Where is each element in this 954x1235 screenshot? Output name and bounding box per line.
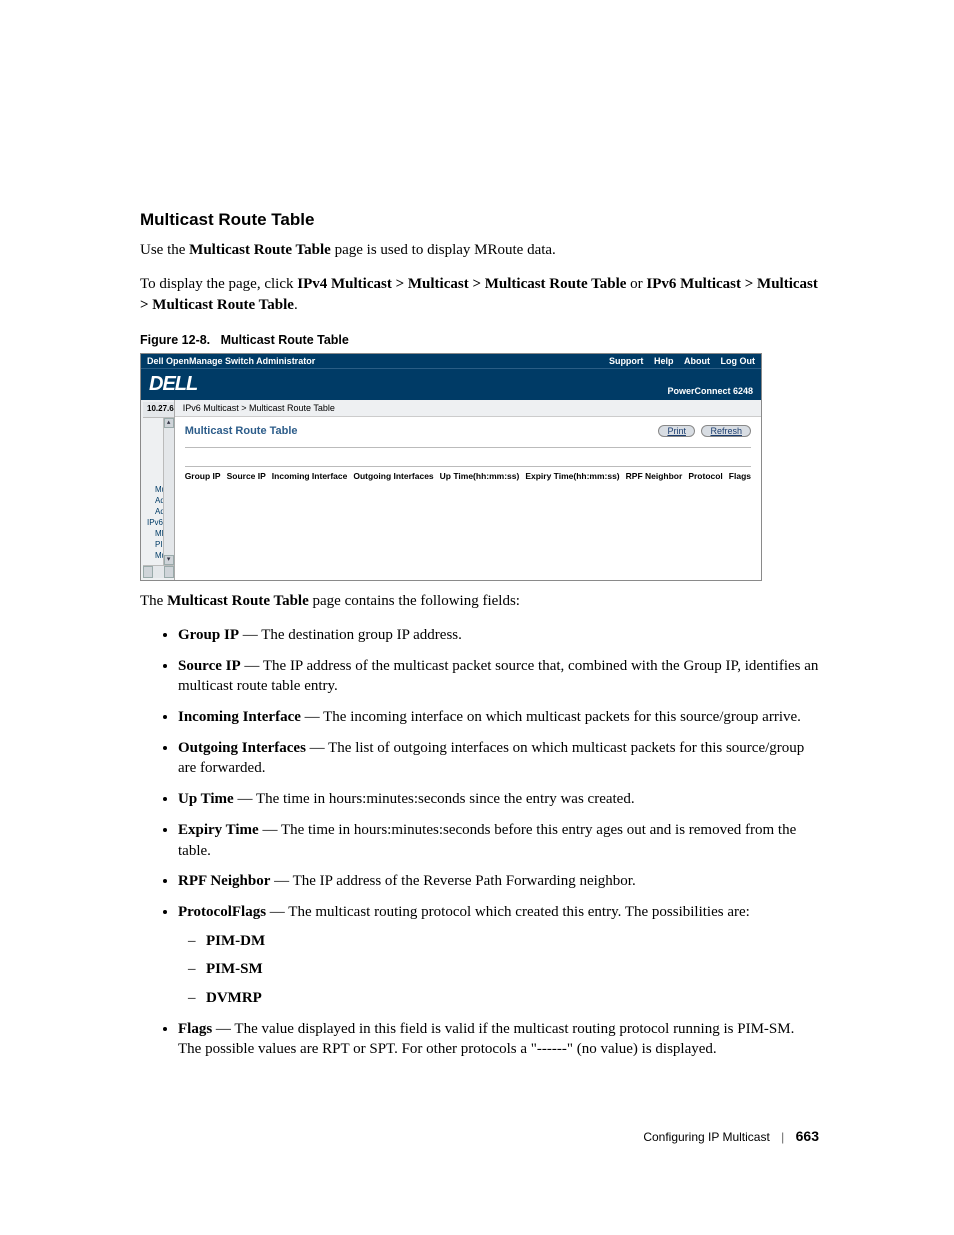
main-panel: IPv6 Multicast > Multicast Route Table M… [175, 400, 761, 580]
list-item: PIM-SM [206, 959, 819, 980]
col-header: Up Time(hh:mm:ss) [440, 471, 520, 481]
product-name: PowerConnect 6248 [667, 386, 753, 396]
screenshot: Dell OpenManage Switch Administrator Sup… [140, 353, 762, 581]
figure-title: Multicast Route Table [221, 333, 349, 347]
field-desc: — The multicast routing protocol which c… [266, 904, 750, 920]
field-name: Group IP [178, 627, 239, 643]
list-item: Expiry Time — The time in hours:minutes:… [178, 820, 819, 861]
field-desc: — The time in hours:minutes:seconds befo… [178, 822, 796, 859]
protocol-options: PIM-DM PIM-SM DVMRP [178, 931, 819, 1009]
afterfig-paragraph: The Multicast Route Table page contains … [140, 591, 819, 611]
text: The [140, 593, 167, 609]
list-item: Group IP — The destination group IP addr… [178, 625, 819, 646]
term: Multicast Route Table [189, 242, 331, 258]
field-desc: — The incoming interface on which multic… [301, 709, 801, 725]
device-ip: 10.27.64.151 [143, 402, 174, 418]
table-header-row: Group IP Source IP Incoming Interface Ou… [185, 466, 751, 481]
scrollbar-vertical[interactable]: ▴▾ [163, 418, 174, 565]
field-name: Source IP [178, 658, 241, 674]
scroll-down-icon[interactable]: ▾ [164, 555, 174, 565]
logo-row: DELL PowerConnect 6248 [141, 368, 761, 400]
list-item: ProtocolFlags — The multicast routing pr… [178, 902, 819, 1009]
nav-path: IPv4 Multicast > Multicast > Multicast R… [297, 276, 626, 292]
list-item: PIM-DM [206, 931, 819, 952]
field-desc: — The time in hours:minutes:seconds sinc… [234, 791, 635, 807]
nav-support[interactable]: Support [609, 356, 644, 366]
col-header: Incoming Interface [272, 471, 348, 481]
field-name: Incoming Interface [178, 709, 301, 725]
list-item: Up Time — The time in hours:minutes:seco… [178, 789, 819, 810]
intro-paragraph-2: To display the page, click IPv4 Multicas… [140, 274, 819, 315]
page: Multicast Route Table Use the Multicast … [0, 0, 954, 1204]
col-header: Group IP [185, 471, 221, 481]
col-header: Outgoing Interfaces [353, 471, 433, 481]
scroll-up-icon[interactable]: ▴ [164, 418, 174, 428]
nav-tree[interactable]: Interface Summ Candidate RP C Static RP … [143, 418, 174, 565]
app-title: Dell OpenManage Switch Administrator [147, 356, 315, 366]
section-heading: Multicast Route Table [140, 210, 819, 230]
nav-help[interactable]: Help [654, 356, 674, 366]
col-header: Flags [729, 471, 751, 481]
text: . [294, 297, 298, 313]
list-item: Source IP — The IP address of the multic… [178, 656, 819, 697]
scrollbar-horizontal[interactable] [143, 565, 174, 578]
sidebar: 10.27.64.151 Interface Summ Candidate RP… [141, 400, 175, 580]
dell-logo: DELL [149, 373, 197, 396]
field-list: Group IP — The destination group IP addr… [140, 625, 819, 1060]
app-titlebar: Dell OpenManage Switch Administrator Sup… [141, 354, 761, 368]
page-footer: Configuring IP Multicast | 663 [140, 1128, 819, 1144]
figure-number: Figure 12-8. [140, 333, 210, 347]
field-desc: — The IP address of the multicast packet… [178, 658, 818, 695]
list-item: Outgoing Interfaces — The list of outgoi… [178, 738, 819, 779]
refresh-button[interactable]: Refresh [701, 425, 751, 437]
text: or [626, 276, 646, 292]
col-header: Expiry Time(hh:mm:ss) [525, 471, 619, 481]
nav-about[interactable]: About [684, 356, 710, 366]
panel-title: Multicast Route Table [185, 425, 298, 437]
text: To display the page, click [140, 276, 297, 292]
field-name: Outgoing Interfaces [178, 740, 306, 756]
field-name: Up Time [178, 791, 234, 807]
field-name: Expiry Time [178, 822, 259, 838]
field-desc: — The value displayed in this field is v… [178, 1021, 794, 1058]
col-header: RPF Neighbor [626, 471, 683, 481]
chapter-name: Configuring IP Multicast [643, 1130, 770, 1144]
term: Multicast Route Table [167, 593, 309, 609]
col-header: Protocol [688, 471, 722, 481]
field-name: Flags [178, 1021, 212, 1037]
intro-paragraph-1: Use the Multicast Route Table page is us… [140, 240, 819, 260]
option: DVMRP [206, 990, 262, 1006]
page-number: 663 [796, 1128, 819, 1144]
field-name: RPF Neighbor [178, 873, 270, 889]
breadcrumb: IPv6 Multicast > Multicast Route Table [175, 400, 761, 417]
list-item: Flags — The value displayed in this fiel… [178, 1019, 819, 1060]
text: page is used to display MRoute data. [331, 242, 556, 258]
option: PIM-SM [206, 961, 263, 977]
separator: | [781, 1130, 784, 1144]
list-item: RPF Neighbor — The IP address of the Rev… [178, 871, 819, 892]
field-name: ProtocolFlags [178, 904, 266, 920]
list-item: DVMRP [206, 988, 819, 1009]
figure-caption: Figure 12-8. Multicast Route Table [140, 333, 819, 347]
print-button[interactable]: Print [658, 425, 695, 437]
nav-logout[interactable]: Log Out [721, 356, 756, 366]
text: Use the [140, 242, 189, 258]
field-desc: — The destination group IP address. [239, 627, 462, 643]
list-item: Incoming Interface — The incoming interf… [178, 707, 819, 728]
option: PIM-DM [206, 933, 265, 949]
field-desc: — The IP address of the Reverse Path For… [270, 873, 635, 889]
text: page contains the following fields: [309, 593, 520, 609]
col-header: Source IP [227, 471, 266, 481]
